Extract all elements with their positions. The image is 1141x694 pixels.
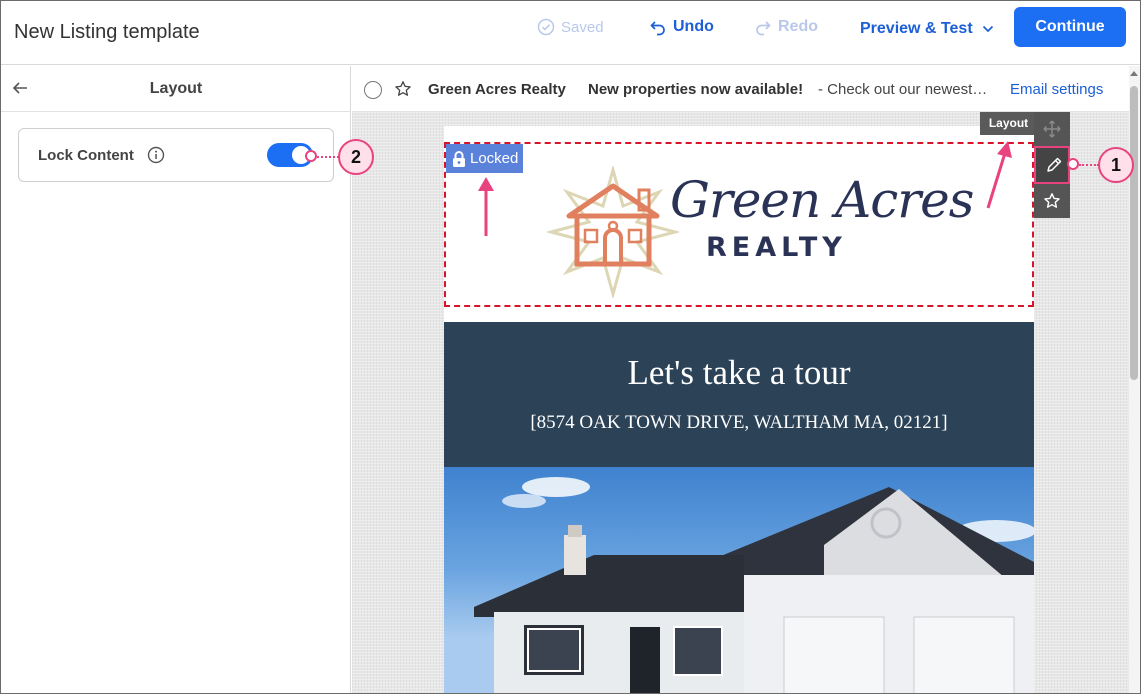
callout-2-dot xyxy=(305,150,317,162)
callout-2-badge: 2 xyxy=(338,139,374,175)
callout-1-badge: 1 xyxy=(1098,147,1134,183)
callout-1-dot xyxy=(1067,158,1079,170)
callout-1-line xyxy=(1079,164,1099,166)
annotation-arrows xyxy=(478,141,1012,236)
callout-2-line xyxy=(317,156,339,158)
app-window: New Listing template Saved Undo Redo Pre… xyxy=(0,0,1141,694)
